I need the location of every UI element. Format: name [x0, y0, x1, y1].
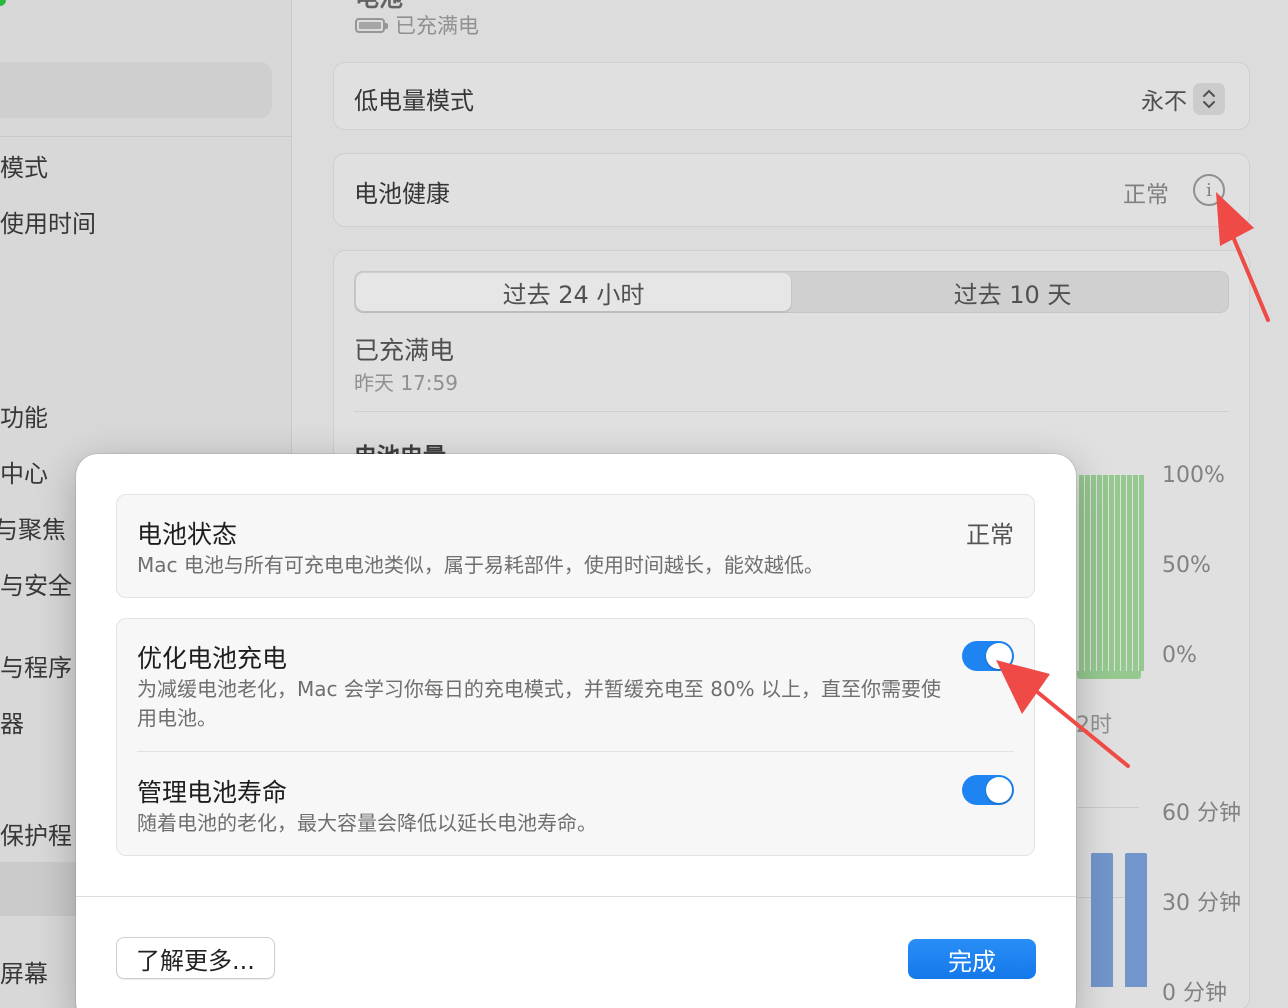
- footer-divider: [76, 896, 1076, 897]
- toggle-knob: [986, 777, 1012, 803]
- battery-state-card: 电池状态 正常 Mac 电池与所有可充电电池类似，属于易耗部件，使用时间越长，能…: [116, 494, 1035, 598]
- battery-life-toggle[interactable]: [962, 775, 1014, 805]
- battery-life-title: 管理电池寿命: [137, 778, 288, 807]
- annotation-arrow-icon: [996, 660, 1130, 768]
- learn-more-button[interactable]: 了解更多...: [116, 937, 275, 979]
- optimized-charging-description: 为减缓电池老化，Mac 会学习你每日的充电模式，并暂缓充电至 80% 以上，直至…: [137, 677, 942, 730]
- row-divider: [137, 751, 1014, 752]
- battery-state-value: 正常: [966, 521, 1014, 549]
- charging-options-card: 优化电池充电 为减缓电池老化，Mac 会学习你每日的充电模式，并暂缓充电至 80…: [116, 618, 1035, 856]
- annotation-arrow-icon: [1216, 192, 1270, 322]
- optimized-charging-title: 优化电池充电: [137, 644, 288, 673]
- battery-health-sheet: 电池状态 正常 Mac 电池与所有可充电电池类似，属于易耗部件，使用时间越长，能…: [76, 454, 1076, 1008]
- battery-state-description: Mac 电池与所有可充电电池类似，属于易耗部件，使用时间越长，能效越低。: [137, 553, 824, 577]
- battery-life-description: 随着电池的老化，最大容量会降低以延长电池寿命。: [137, 811, 597, 835]
- battery-state-title: 电池状态: [137, 520, 238, 549]
- done-button[interactable]: 完成: [908, 939, 1036, 979]
